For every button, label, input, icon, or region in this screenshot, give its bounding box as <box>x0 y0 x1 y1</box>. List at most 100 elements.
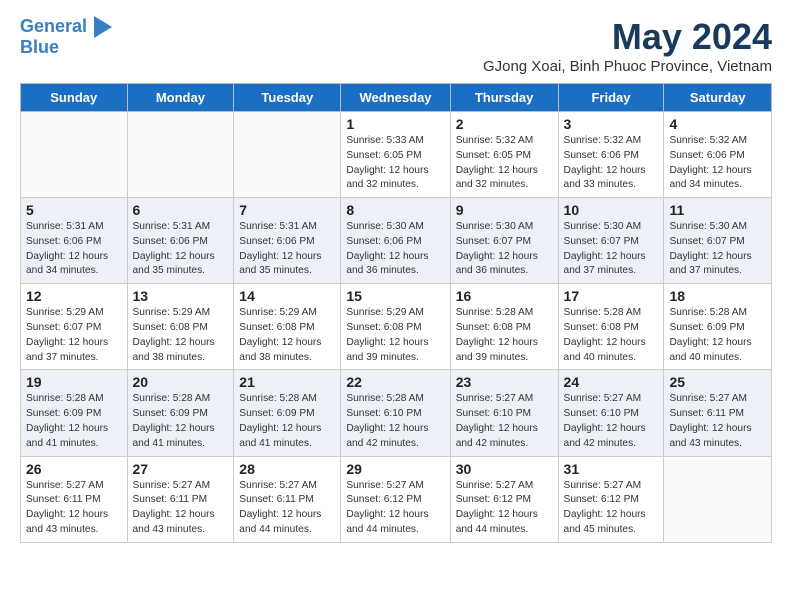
calendar-cell: 16 Sunrise: 5:28 AM Sunset: 6:08 PM Dayli… <box>450 284 558 370</box>
calendar-week-3: 12Sunrise: 5:29 AM Sunset: 6:07 PM Dayli… <box>21 284 772 370</box>
title-block: May 2024 GJong Xoai, Binh Phuoc Province… <box>483 16 772 75</box>
day-info: Sunrise: 5:32 AM Sunset: 6:06 PM Dayligh… <box>564 134 659 193</box>
calendar-cell: 26 Sunrise: 5:27 AM Sunset: 6:11 PM Dayli… <box>21 456 128 542</box>
day-number: 24 <box>564 374 659 390</box>
calendar-cell: 4Sunrise: 5:32 AM Sunset: 6:06 PM Daylig… <box>664 112 772 198</box>
logo-text: General <box>20 16 112 38</box>
calendar-cell: 12Sunrise: 5:29 AM Sunset: 6:07 PM Dayli… <box>21 284 128 370</box>
day-info: Sunrise: 5:30 AM Sunset: 6:07 PM Dayligh… <box>669 220 766 279</box>
day-number: 30 <box>456 461 553 477</box>
day-number: 8 <box>346 202 444 218</box>
day-header-saturday: Saturday <box>664 84 772 112</box>
calendar-week-2: 5 Sunrise: 5:31 AM Sunset: 6:06 PM Daylig… <box>21 198 772 284</box>
calendar-cell: 25 Sunrise: 5:27 AM Sunset: 6:11 PM Dayli… <box>664 370 772 456</box>
day-number: 31 <box>564 461 659 477</box>
calendar-cell: 13 Sunrise: 5:29 AM Sunset: 6:08 PM Dayli… <box>127 284 234 370</box>
calendar: SundayMondayTuesdayWednesdayThursdayFrid… <box>20 83 772 543</box>
day-header-wednesday: Wednesday <box>341 84 450 112</box>
day-number: 3 <box>564 116 659 132</box>
day-info: Sunrise: 5:27 AM Sunset: 6:11 PM Dayligh… <box>26 479 122 538</box>
calendar-cell: 20 Sunrise: 5:28 AM Sunset: 6:09 PM Dayli… <box>127 370 234 456</box>
day-number: 4 <box>669 116 766 132</box>
day-info: Sunrise: 5:31 AM Sunset: 6:06 PM Dayligh… <box>239 220 335 279</box>
page: General Blue May 2024 GJong Xoai, Binh P… <box>0 0 792 559</box>
calendar-cell: 29 Sunrise: 5:27 AM Sunset: 6:12 PM Dayli… <box>341 456 450 542</box>
day-number: 25 <box>669 374 766 390</box>
day-number: 12 <box>26 288 122 304</box>
day-number: 23 <box>456 374 553 390</box>
calendar-cell: 5 Sunrise: 5:31 AM Sunset: 6:06 PM Daylig… <box>21 198 128 284</box>
day-header-sunday: Sunday <box>21 84 128 112</box>
calendar-cell: 22 Sunrise: 5:28 AM Sunset: 6:10 PM Dayli… <box>341 370 450 456</box>
calendar-cell: 27Sunrise: 5:27 AM Sunset: 6:11 PM Dayli… <box>127 456 234 542</box>
calendar-cell: 2Sunrise: 5:32 AM Sunset: 6:05 PM Daylig… <box>450 112 558 198</box>
day-info: Sunrise: 5:28 AM Sunset: 6:09 PM Dayligh… <box>239 392 335 451</box>
calendar-cell: 28 Sunrise: 5:27 AM Sunset: 6:11 PM Dayli… <box>234 456 341 542</box>
day-info: Sunrise: 5:28 AM Sunset: 6:08 PM Dayligh… <box>456 306 553 365</box>
day-info: Sunrise: 5:27 AM Sunset: 6:12 PM Dayligh… <box>346 479 444 538</box>
day-number: 13 <box>133 288 229 304</box>
day-info: Sunrise: 5:28 AM Sunset: 6:10 PM Dayligh… <box>346 392 444 451</box>
day-header-monday: Monday <box>127 84 234 112</box>
header: General Blue May 2024 GJong Xoai, Binh P… <box>20 16 772 75</box>
calendar-week-1: 1Sunrise: 5:33 AM Sunset: 6:05 PM Daylig… <box>21 112 772 198</box>
day-info: Sunrise: 5:27 AM Sunset: 6:12 PM Dayligh… <box>456 479 553 538</box>
subtitle: GJong Xoai, Binh Phuoc Province, Vietnam <box>483 58 772 75</box>
calendar-cell: 7 Sunrise: 5:31 AM Sunset: 6:06 PM Daylig… <box>234 198 341 284</box>
calendar-cell: 14 Sunrise: 5:29 AM Sunset: 6:08 PM Dayli… <box>234 284 341 370</box>
calendar-cell <box>234 112 341 198</box>
day-header-thursday: Thursday <box>450 84 558 112</box>
day-info: Sunrise: 5:31 AM Sunset: 6:06 PM Dayligh… <box>26 220 122 279</box>
calendar-cell: 19Sunrise: 5:28 AM Sunset: 6:09 PM Dayli… <box>21 370 128 456</box>
day-info: Sunrise: 5:27 AM Sunset: 6:11 PM Dayligh… <box>133 479 229 538</box>
day-number: 20 <box>133 374 229 390</box>
day-number: 2 <box>456 116 553 132</box>
day-number: 26 <box>26 461 122 477</box>
day-info: Sunrise: 5:30 AM Sunset: 6:07 PM Dayligh… <box>564 220 659 279</box>
day-number: 1 <box>346 116 444 132</box>
calendar-cell: 3 Sunrise: 5:32 AM Sunset: 6:06 PM Daylig… <box>558 112 664 198</box>
calendar-cell: 31 Sunrise: 5:27 AM Sunset: 6:12 PM Dayli… <box>558 456 664 542</box>
calendar-cell: 9 Sunrise: 5:30 AM Sunset: 6:07 PM Daylig… <box>450 198 558 284</box>
day-number: 17 <box>564 288 659 304</box>
calendar-cell: 17 Sunrise: 5:28 AM Sunset: 6:08 PM Dayli… <box>558 284 664 370</box>
day-number: 29 <box>346 461 444 477</box>
day-number: 11 <box>669 202 766 218</box>
day-number: 14 <box>239 288 335 304</box>
day-info: Sunrise: 5:29 AM Sunset: 6:08 PM Dayligh… <box>133 306 229 365</box>
calendar-cell: 18Sunrise: 5:28 AM Sunset: 6:09 PM Dayli… <box>664 284 772 370</box>
calendar-week-5: 26 Sunrise: 5:27 AM Sunset: 6:11 PM Dayli… <box>21 456 772 542</box>
day-info: Sunrise: 5:28 AM Sunset: 6:09 PM Dayligh… <box>133 392 229 451</box>
day-info: Sunrise: 5:27 AM Sunset: 6:10 PM Dayligh… <box>564 392 659 451</box>
logo: General Blue <box>20 16 112 58</box>
day-number: 28 <box>239 461 335 477</box>
day-info: Sunrise: 5:29 AM Sunset: 6:08 PM Dayligh… <box>346 306 444 365</box>
day-number: 22 <box>346 374 444 390</box>
day-info: Sunrise: 5:27 AM Sunset: 6:12 PM Dayligh… <box>564 479 659 538</box>
calendar-cell: 15 Sunrise: 5:29 AM Sunset: 6:08 PM Dayli… <box>341 284 450 370</box>
calendar-cell <box>664 456 772 542</box>
day-info: Sunrise: 5:27 AM Sunset: 6:11 PM Dayligh… <box>239 479 335 538</box>
day-number: 15 <box>346 288 444 304</box>
day-info: Sunrise: 5:28 AM Sunset: 6:08 PM Dayligh… <box>564 306 659 365</box>
day-number: 19 <box>26 374 122 390</box>
calendar-cell: 1Sunrise: 5:33 AM Sunset: 6:05 PM Daylig… <box>341 112 450 198</box>
calendar-week-4: 19 Sunrise: 5:28 AM Sunset: 6:09 PM Dayli… <box>21 370 772 456</box>
day-number: 9 <box>456 202 553 218</box>
calendar-cell: 8 Sunrise: 5:30 AM Sunset: 6:06 PM Daylig… <box>341 198 450 284</box>
calendar-cell: 6 Sunrise: 5:31 AM Sunset: 6:06 PM Daylig… <box>127 198 234 284</box>
day-number: 7 <box>239 202 335 218</box>
day-info: Sunrise: 5:29 AM Sunset: 6:08 PM Dayligh… <box>239 306 335 365</box>
day-number: 6 <box>133 202 229 218</box>
day-info: Sunrise: 5:27 AM Sunset: 6:11 PM Dayligh… <box>669 392 766 451</box>
day-number: 5 <box>26 202 122 218</box>
calendar-header-row: SundayMondayTuesdayWednesdayThursdayFrid… <box>21 84 772 112</box>
day-info: Sunrise: 5:31 AM Sunset: 6:06 PM Dayligh… <box>133 220 229 279</box>
day-number: 18 <box>669 288 766 304</box>
day-header-friday: Friday <box>558 84 664 112</box>
calendar-cell: 10Sunrise: 5:30 AM Sunset: 6:07 PM Dayli… <box>558 198 664 284</box>
day-info: Sunrise: 5:30 AM Sunset: 6:07 PM Dayligh… <box>456 220 553 279</box>
day-number: 16 <box>456 288 553 304</box>
day-info: Sunrise: 5:30 AM Sunset: 6:06 PM Dayligh… <box>346 220 444 279</box>
day-header-tuesday: Tuesday <box>234 84 341 112</box>
